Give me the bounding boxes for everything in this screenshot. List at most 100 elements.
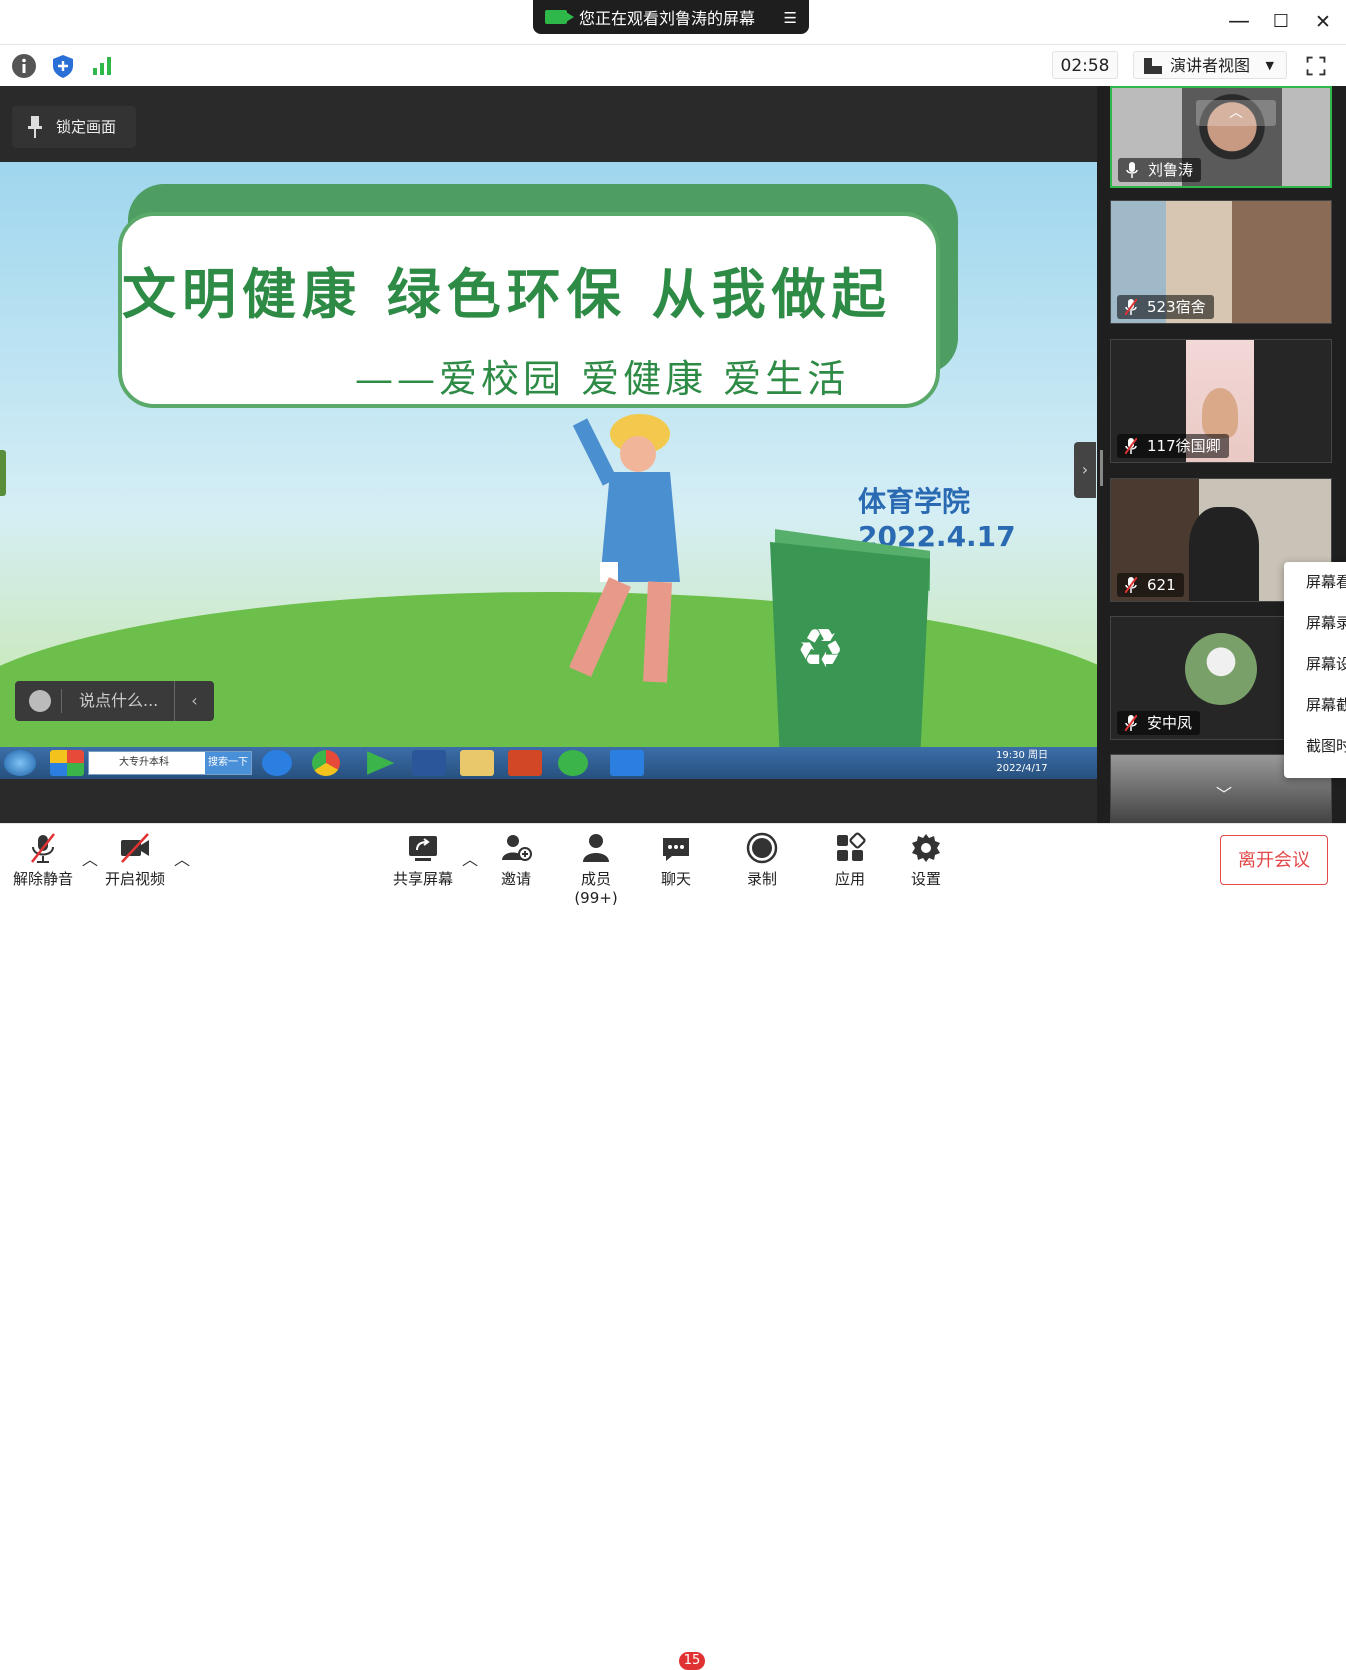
- camera-icon: [545, 10, 574, 24]
- invite-label: 邀请: [500, 870, 531, 888]
- participant-name: 安中凤: [1147, 714, 1193, 732]
- maximize-button[interactable]: ☐: [1266, 8, 1296, 36]
- shield-icon[interactable]: [50, 53, 76, 79]
- app-icon[interactable]: [50, 750, 84, 776]
- fullscreen-icon[interactable]: [1303, 53, 1329, 79]
- invite-button[interactable]: 邀请: [496, 832, 536, 889]
- video-options-caret-icon[interactable]: ︿: [174, 846, 190, 870]
- meeting-controls-bar: 解除静音 ︿ 开启视频 ︿ 共享屏幕 ︿ 邀请 成员(99+) 聊天 15 录制…: [0, 823, 1346, 1670]
- participant-name: 621: [1147, 576, 1176, 594]
- meeting-app-icon[interactable]: [610, 750, 644, 776]
- chrome-icon[interactable]: [312, 750, 340, 776]
- members-icon: [583, 834, 609, 862]
- scroll-down-button[interactable]: ﹀: [1196, 783, 1252, 807]
- participant-label: 安中凤: [1117, 711, 1201, 735]
- settings-label: 设置: [910, 870, 941, 888]
- ie-icon[interactable]: [262, 750, 292, 776]
- participant-name: 523宿舍: [1147, 298, 1206, 316]
- settings-button[interactable]: 设置: [906, 832, 946, 889]
- meeting-timer: 02:58: [1052, 51, 1118, 79]
- record-button[interactable]: 录制: [742, 832, 782, 889]
- share-screen-label: 共享屏幕: [392, 870, 453, 888]
- recycle-icon: ♻: [796, 617, 845, 680]
- collapse-panel-button[interactable]: ›: [1074, 442, 1096, 498]
- share-screen-button[interactable]: 共享屏幕: [392, 832, 454, 889]
- view-mode-label: 演讲者视图: [1170, 56, 1251, 75]
- screen-share-notice[interactable]: 您正在观看刘鲁涛的屏幕 ☰: [533, 0, 809, 34]
- context-menu-item[interactable]: 屏幕看: [1284, 562, 1346, 603]
- unmute-button[interactable]: 解除静音: [12, 832, 74, 889]
- leave-meeting-button[interactable]: 离开会议: [1220, 835, 1328, 885]
- panel-resize-handle[interactable]: [1100, 450, 1103, 486]
- title-bar: 您正在观看刘鲁涛的屏幕 ☰ — ☐ ✕: [0, 0, 1346, 44]
- collapse-chat-icon[interactable]: ‹: [174, 681, 214, 721]
- media-player-icon[interactable]: [367, 751, 395, 775]
- taskbar-search[interactable]: 大专升本科 搜索一下: [88, 751, 252, 775]
- chat-label: 聊天: [660, 870, 691, 888]
- windows-taskbar: 大专升本科 搜索一下 19:30 周日 2022/4/17: [0, 747, 1097, 779]
- participant-label: 刘鲁涛: [1118, 158, 1202, 182]
- add-user-icon: [502, 835, 532, 861]
- start-icon[interactable]: [4, 750, 36, 776]
- chat-quick-input[interactable]: 说点什么... ‹: [15, 681, 214, 721]
- participant-video: [1189, 507, 1259, 601]
- pin-icon: [28, 116, 42, 138]
- girl-illustration: [569, 414, 680, 683]
- participant-label: 621: [1117, 573, 1184, 597]
- share-options-caret-icon[interactable]: ︿: [462, 846, 478, 870]
- signal-icon[interactable]: [89, 53, 115, 79]
- minimize-button[interactable]: —: [1224, 8, 1254, 36]
- menu-icon[interactable]: ☰: [784, 9, 797, 27]
- meeting-toolbar: 02:58 演讲者视图 ▼: [0, 44, 1346, 86]
- microphone-muted-icon: [1125, 577, 1137, 593]
- chat-input-placeholder: 说点什么...: [79, 691, 159, 710]
- view-mode-select[interactable]: 演讲者视图 ▼: [1133, 51, 1287, 79]
- context-menu-item[interactable]: 屏幕录: [1284, 603, 1346, 644]
- info-icon[interactable]: [11, 53, 37, 79]
- taskbar-search-button[interactable]: 搜索一下: [205, 752, 251, 774]
- record-label: 录制: [746, 870, 777, 888]
- apps-label: 应用: [834, 870, 865, 888]
- participant-label: 523宿舍: [1117, 295, 1214, 319]
- unmute-label: 解除静音: [12, 870, 73, 888]
- apps-button[interactable]: 应用: [830, 832, 870, 889]
- microphone-muted-icon: [1125, 438, 1137, 454]
- participant-tile[interactable]: 117徐国卿: [1110, 339, 1332, 463]
- caret-down-icon: ▼: [1265, 59, 1274, 72]
- close-button[interactable]: ✕: [1308, 8, 1338, 36]
- start-video-button[interactable]: 开启视频: [104, 832, 166, 889]
- scroll-up-button[interactable]: ︿: [1196, 100, 1276, 126]
- powerpoint-icon[interactable]: [508, 750, 542, 776]
- emoji-icon[interactable]: [29, 690, 51, 712]
- participant-name: 刘鲁涛: [1148, 161, 1194, 179]
- word-icon[interactable]: [412, 750, 446, 776]
- share-screen-icon: [409, 836, 437, 861]
- audio-options-caret-icon[interactable]: ︿: [82, 846, 98, 870]
- slide-hill-illustration: [0, 592, 1097, 747]
- context-menu-item[interactable]: 截图时: [1284, 726, 1346, 767]
- context-menu-item[interactable]: 屏幕设: [1284, 644, 1346, 685]
- context-menu-item[interactable]: 屏幕截: [1284, 685, 1346, 726]
- microphone-muted-icon: [1125, 299, 1137, 315]
- folder-icon[interactable]: [460, 750, 494, 776]
- taskbar-clock: 19:30 周日 2022/4/17: [996, 749, 1048, 775]
- participant-label: 117徐国卿: [1117, 434, 1229, 458]
- microphone-muted-icon: [1125, 715, 1137, 731]
- slide-subtitle: ——爱校园 爱健康 爱生活: [355, 357, 850, 401]
- presentation-slide: 文明健康 绿色环保 从我做起 ——爱校园 爱健康 爱生活 体育学院 2022.4…: [0, 162, 1097, 747]
- microphone-muted-icon: [31, 833, 55, 863]
- left-edge-handle[interactable]: [0, 450, 6, 496]
- microphone-icon: [1126, 162, 1138, 178]
- browser-icon[interactable]: [558, 750, 588, 776]
- apps-icon: [837, 832, 866, 861]
- lock-view-button[interactable]: 锁定画面: [12, 106, 136, 148]
- chat-icon: [663, 838, 689, 861]
- context-menu: 屏幕看 屏幕录 屏幕设 屏幕截 截图时: [1284, 562, 1346, 778]
- chat-button[interactable]: 聊天: [656, 832, 696, 889]
- participant-tile[interactable]: 523宿舍: [1110, 200, 1332, 324]
- recycle-bin-illustration: [770, 542, 930, 747]
- gear-icon: [912, 834, 940, 862]
- members-button[interactable]: 成员(99+): [560, 832, 632, 907]
- participant-avatar: [1185, 633, 1257, 705]
- slide-title: 文明健康 绿色环保 从我做起: [122, 262, 892, 326]
